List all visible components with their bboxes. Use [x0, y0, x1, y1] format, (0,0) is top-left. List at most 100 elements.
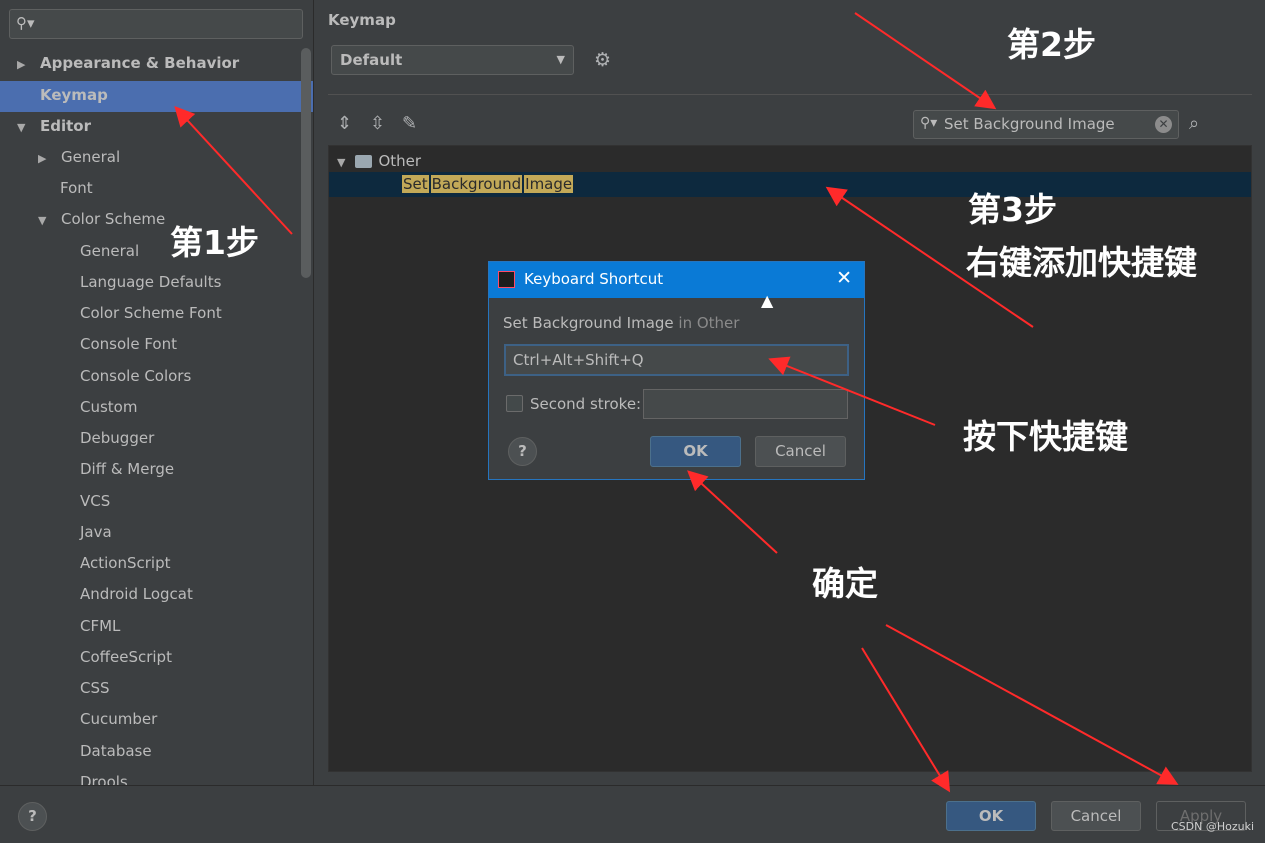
search-match-highlight: Image	[524, 175, 574, 193]
sidebar-item-label: Debugger	[80, 429, 155, 447]
gear-icon[interactable]: ⚙	[594, 49, 611, 71]
sidebar-item-label: Drools	[80, 773, 128, 785]
sidebar-item[interactable]: VCS	[80, 486, 110, 517]
tree-group-label: Other	[378, 152, 422, 170]
sidebar-item[interactable]: CoffeeScript	[80, 642, 172, 673]
second-stroke-checkbox[interactable]	[506, 395, 523, 412]
sidebar-item-label: Font	[60, 179, 93, 197]
sidebar-item[interactable]: Cucumber	[80, 704, 157, 735]
settings-footer: ? OK Cancel Apply CSDN @Hozuki	[0, 785, 1265, 843]
sidebar-item-label: Cucumber	[80, 710, 158, 728]
sidebar-item-label: Appearance & Behavior	[40, 54, 240, 72]
search-icon: ⚲▾	[920, 115, 938, 131]
expand-arrow-icon[interactable]: ▼	[337, 156, 345, 169]
clear-search-icon[interactable]: ✕	[1155, 116, 1172, 133]
annotation-step3-sub: 右键添加快捷键	[966, 243, 1197, 282]
collapse-all-icon[interactable]: ⇳	[370, 113, 385, 134]
find-by-shortcut-icon[interactable]: ⌕	[1189, 113, 1199, 134]
sidebar-item[interactable]: Debugger	[80, 423, 154, 454]
sidebar-item-label: ActionScript	[80, 554, 171, 572]
first-stroke-input[interactable]: Ctrl+Alt+Shift+Q	[504, 344, 849, 376]
chevron-down-icon[interactable]: ▼	[38, 205, 56, 236]
keymap-scheme-select[interactable]: Default ▼	[331, 45, 574, 75]
annotation-confirm: 确定	[812, 564, 878, 603]
watermark: CSDN @Hozuki	[1171, 820, 1255, 833]
sidebar-item[interactable]: Custom	[80, 392, 137, 423]
chevron-down-icon[interactable]: ▼	[17, 112, 35, 143]
sidebar-item[interactable]: Console Colors	[80, 361, 191, 392]
sidebar-item[interactable]: ▼ Editor	[17, 111, 91, 142]
sidebar-item[interactable]: Color Scheme Font	[80, 298, 222, 329]
edit-pencil-icon[interactable]: ✎	[402, 113, 417, 134]
sidebar-item-label: CFML	[80, 617, 121, 635]
sidebar-item[interactable]: Console Font	[80, 329, 177, 360]
second-stroke-input[interactable]	[643, 389, 848, 419]
sidebar-item[interactable]: ▶ General	[38, 142, 120, 173]
sidebar-item[interactable]: CFML	[80, 611, 120, 642]
dialog-action-name: Set Background Image	[503, 314, 674, 332]
search-icon: ⚲▾	[16, 14, 35, 32]
sidebar-item-label: VCS	[80, 492, 111, 510]
sidebar-item-label: Console Colors	[80, 367, 192, 385]
chevron-right-icon[interactable]: ▶	[17, 49, 35, 80]
sidebar-item[interactable]: Java	[80, 517, 112, 548]
annotation-step2: 第2步	[1007, 25, 1096, 64]
sidebar-item-label: Color Scheme	[61, 210, 166, 228]
keymap-scheme-value: Default	[340, 51, 403, 69]
sidebar-item[interactable]: Font	[60, 173, 93, 204]
sidebar-item[interactable]: ▼ Color Scheme	[38, 204, 165, 235]
help-button[interactable]: ?	[18, 802, 47, 831]
dialog-title: Keyboard Shortcut	[524, 270, 664, 288]
sidebar-item-label: Java	[80, 523, 112, 541]
sidebar-scrollbar[interactable]	[301, 48, 311, 278]
sidebar-item[interactable]: Diff & Merge	[80, 454, 174, 485]
tree-group-other[interactable]: ▼ Other	[337, 149, 421, 173]
cancel-button[interactable]: Cancel	[1051, 801, 1141, 831]
sidebar-item-label: CoffeeScript	[80, 648, 172, 666]
dialog-ok-button[interactable]: OK	[650, 436, 741, 467]
sidebar-item-label: Android Logcat	[80, 585, 193, 603]
mouse-cursor-icon: ▲	[761, 291, 774, 310]
sidebar-item[interactable]: ActionScript	[80, 548, 170, 579]
sidebar-item[interactable]: ▶ Appearance & Behavior	[17, 48, 239, 79]
sidebar-item-label: Color Scheme Font	[80, 304, 222, 322]
search-match-highlight: Background	[430, 175, 523, 193]
search-match-highlight: Set	[402, 175, 429, 193]
sidebar-search-input[interactable]: ⚲▾	[9, 9, 303, 39]
tree-action-row[interactable]: Set Background Image	[329, 172, 1251, 197]
sidebar-item-label: Editor	[40, 117, 91, 135]
sidebar-item[interactable]: CSS	[80, 673, 110, 704]
sidebar-item[interactable]: Android Logcat	[80, 579, 193, 610]
sidebar-item-label: CSS	[80, 679, 110, 697]
dialog-cancel-button[interactable]: Cancel	[755, 436, 846, 467]
annotation-step3: 第3步	[968, 190, 1057, 229]
tree-action-label: Set Background Image	[402, 175, 575, 193]
expand-all-icon[interactable]: ⇕	[337, 113, 352, 134]
annotation-press: 按下快捷键	[963, 417, 1128, 456]
keymap-search-value: Set Background Image	[944, 115, 1115, 133]
divider	[328, 94, 1252, 95]
folder-icon	[355, 155, 373, 168]
sidebar-item[interactable]: Language Defaults	[80, 267, 221, 298]
chevron-right-icon[interactable]: ▶	[38, 143, 56, 174]
sidebar-item[interactable]: Drools	[80, 767, 128, 785]
sidebar-item-label: Diff & Merge	[80, 460, 175, 478]
ok-button[interactable]: OK	[946, 801, 1036, 831]
dialog-title-bar[interactable]: Keyboard Shortcut ✕	[489, 262, 864, 298]
dialog-action-group: in Other	[673, 314, 740, 332]
annotation-step1: 第1步	[170, 223, 259, 262]
sidebar-item-label: Language Defaults	[80, 273, 222, 291]
intellij-app-icon	[498, 271, 515, 288]
second-stroke-label: Second stroke:	[530, 395, 642, 413]
close-icon[interactable]: ✕	[836, 267, 852, 289]
sidebar-item-label: General	[80, 242, 140, 260]
sidebar-item[interactable]: Keymap	[40, 80, 108, 111]
sidebar-item[interactable]: Database	[80, 736, 152, 767]
page-title: Keymap	[328, 11, 396, 29]
sidebar-item[interactable]: General	[80, 236, 139, 267]
keymap-search-input[interactable]: ⚲▾ Set Background Image ✕	[913, 110, 1179, 139]
keyboard-shortcut-dialog: Keyboard Shortcut ✕ Set Background Image…	[488, 261, 865, 480]
dialog-help-button[interactable]: ?	[508, 437, 537, 466]
sidebar-item-label: Keymap	[40, 86, 108, 104]
settings-sidebar: ⚲▾ ▶ Appearance & Behavior Keymap ▼ Editor ▶ G…	[0, 0, 314, 785]
